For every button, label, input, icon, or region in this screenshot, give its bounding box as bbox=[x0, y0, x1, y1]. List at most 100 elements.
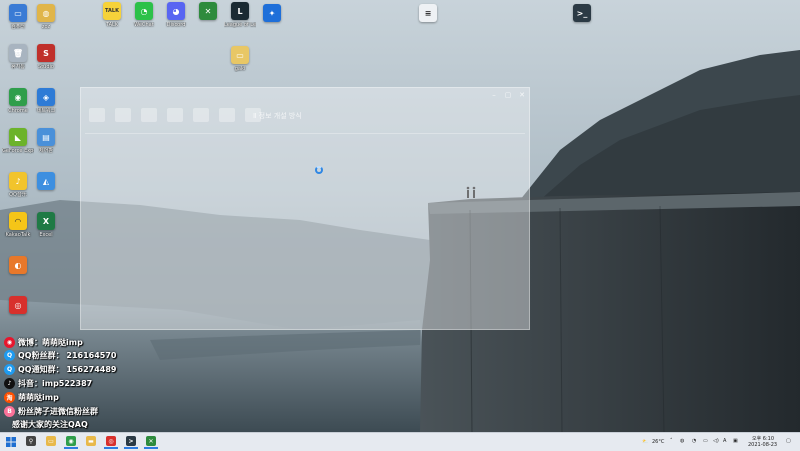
file-explorer-icon[interactable]: ▭ bbox=[44, 435, 58, 449]
terminal-taskbar-icon[interactable]: > bbox=[124, 435, 138, 449]
xbox-taskbar-icon[interactable]: ✕ bbox=[144, 435, 158, 449]
kakao-talk-top-icon: TALK bbox=[103, 2, 121, 20]
desktop-shortcut[interactable]: TALK TALK bbox=[96, 2, 128, 28]
clock-date[interactable]: 2021-08-23 bbox=[748, 442, 777, 448]
studio-icon: S bbox=[37, 44, 55, 62]
overlay-line: Q QQ通知群： 156274489 bbox=[4, 363, 116, 376]
desktop-shortcut-label: Studio bbox=[38, 64, 54, 70]
overlay-line-text: 粉丝牌子进微信粉丝群 bbox=[18, 407, 98, 416]
notifications-icon[interactable]: ▢ bbox=[786, 438, 791, 444]
minimize-icon[interactable]: – bbox=[487, 91, 501, 99]
taskbar-app-glyph: ◎ bbox=[106, 436, 116, 446]
control-panel-icon: ▤ bbox=[37, 128, 55, 146]
folder-icon: ▭ bbox=[231, 46, 249, 64]
weather-temperature[interactable]: 26°C bbox=[652, 439, 664, 445]
translucent-window[interactable]: – ▢ ✕ Ⅱ 정보 개설 방식 bbox=[80, 87, 530, 330]
taobao-icon: 淘 bbox=[4, 392, 15, 403]
desktop-shortcut[interactable]: ✕ bbox=[192, 2, 224, 20]
desktop-shortcut-label: zoz bbox=[41, 24, 51, 30]
terminal-icon: >_ bbox=[573, 4, 591, 22]
desktop-shortcut-label: QQ音乐 bbox=[9, 192, 27, 198]
desktop-shortcut[interactable]: ◍ zoz bbox=[30, 4, 62, 30]
ribbon-button-icon[interactable] bbox=[141, 108, 157, 122]
tray-app-icon[interactable]: ◍ bbox=[680, 438, 684, 444]
taskbar-app-glyph: > bbox=[126, 436, 136, 446]
ribbon-button-icon[interactable] bbox=[89, 108, 105, 122]
weibo-icon: ◉ bbox=[4, 337, 15, 348]
windows-start-icon[interactable] bbox=[4, 435, 18, 449]
desktop-shortcut[interactable]: ▤ 제어판 bbox=[30, 128, 62, 154]
overlay-line-text: 微博：萌萌哒imp bbox=[18, 338, 83, 347]
app-orange-icon: ◐ bbox=[9, 256, 27, 274]
ime-icon[interactable]: ▣ bbox=[733, 438, 738, 444]
overlay-line: 感谢大家的关注QAQ bbox=[12, 418, 88, 431]
desktop-shortcut[interactable]: >_ bbox=[566, 4, 598, 22]
wechat-icon: ◔ bbox=[135, 2, 153, 20]
overlay-line-text: 感谢大家的关注QAQ bbox=[12, 420, 88, 429]
photos-icon: ◭ bbox=[37, 172, 55, 190]
desktop-shortcut[interactable]: ≡ bbox=[412, 4, 444, 22]
qq-icon: Q bbox=[4, 350, 15, 361]
league-icon: L bbox=[231, 2, 249, 20]
taskbar-app-glyph: ✕ bbox=[146, 436, 156, 446]
ribbon-label: Ⅱ 정보 개설 방식 bbox=[253, 112, 302, 120]
desktop-shortcut-label: League of Legends bbox=[224, 22, 256, 28]
desktop-shortcut[interactable]: ◭ bbox=[30, 172, 62, 190]
game-launcher-icon: ✦ bbox=[263, 4, 281, 22]
nvidia-icon: ◣ bbox=[9, 128, 27, 146]
desktop-shortcut[interactable]: L League of Legends bbox=[224, 2, 256, 28]
taskbar: ⚲ ▭ ◉ ▬ ◎ > ✕ ⛅ 26°C ˄ ◍ ◔ ▭ ◁) A ▣ 오후 6:10 20… bbox=[0, 432, 800, 451]
window-divider bbox=[85, 133, 525, 134]
overlay-line-text: QQ通知群： 156274489 bbox=[18, 365, 117, 374]
computer-icon: ▭ bbox=[9, 4, 27, 22]
maximize-icon[interactable]: ▢ bbox=[501, 91, 515, 99]
desktop-shortcut[interactable]: ◔ WeChat bbox=[128, 2, 160, 28]
tray-chevron-up-icon[interactable]: ˄ bbox=[670, 438, 673, 444]
taskbar-app-glyph: ▭ bbox=[46, 436, 56, 446]
desktop-shortcut-label: gaki bbox=[234, 66, 246, 72]
loading-spinner-icon bbox=[315, 166, 323, 174]
ribbon-button-icon[interactable] bbox=[219, 108, 235, 122]
window-ribbon bbox=[89, 108, 261, 122]
qq-music-icon: ♪ bbox=[9, 172, 27, 190]
tray-app-icon[interactable]: ◔ bbox=[692, 438, 696, 444]
desktop-shortcut[interactable]: ◈ 네트워크 bbox=[30, 88, 62, 114]
desktop-shortcut[interactable]: ✦ bbox=[256, 4, 288, 22]
desktop-shortcut[interactable]: ◕ Discord bbox=[160, 2, 192, 28]
overlay-line-text: 抖音：imp522387 bbox=[18, 379, 93, 388]
volume-icon[interactable]: ◁) bbox=[713, 438, 719, 444]
user-folder-icon: ◍ bbox=[37, 4, 55, 22]
desktop-shortcut[interactable]: ▭ gaki bbox=[224, 46, 256, 72]
excel-icon: X bbox=[37, 212, 55, 230]
desktop-shortcut-label: TALK bbox=[105, 22, 119, 28]
ribbon-button-icon[interactable] bbox=[115, 108, 131, 122]
overlay-line: ◉ 微博：萌萌哒imp bbox=[4, 336, 83, 349]
desktop-shortcut-label: Discord bbox=[166, 22, 186, 28]
search-icon[interactable]: ⚲ bbox=[24, 435, 38, 449]
taskbar-app-glyph: ◉ bbox=[66, 436, 76, 446]
netease-taskbar-icon[interactable]: ◎ bbox=[104, 435, 118, 449]
window-titlebar[interactable]: – ▢ ✕ bbox=[81, 88, 529, 102]
desktop-shortcut[interactable]: ◐ bbox=[2, 256, 34, 274]
kakaotalk-icon: ◠ bbox=[9, 212, 27, 230]
network-icon[interactable]: ▭ bbox=[703, 438, 708, 444]
taskbar-app-glyph: ▬ bbox=[86, 436, 96, 446]
discord-icon: ◕ bbox=[167, 2, 185, 20]
clock-time[interactable]: 오후 6:10 bbox=[752, 435, 774, 442]
chrome-icon: ◉ bbox=[9, 88, 27, 106]
ribbon-button-icon[interactable] bbox=[193, 108, 209, 122]
overlay-line: Q QQ粉丝群： 216164570 bbox=[4, 349, 116, 362]
recycle-bin-icon: 🗑 bbox=[9, 44, 27, 62]
folder-taskbar-icon[interactable]: ▬ bbox=[84, 435, 98, 449]
weather-icon[interactable]: ⛅ bbox=[642, 439, 648, 445]
desktop-shortcut-label: WeChat bbox=[134, 22, 154, 28]
netease-music-icon: ◎ bbox=[9, 296, 27, 314]
desktop-shortcut[interactable]: X Excel bbox=[30, 212, 62, 238]
desktop-shortcut-label: 제어판 bbox=[39, 148, 53, 154]
input-mode-indicator[interactable]: A bbox=[723, 438, 726, 444]
chrome-taskbar-icon[interactable]: ◉ bbox=[64, 435, 78, 449]
desktop-shortcut[interactable]: ◎ bbox=[2, 296, 34, 314]
close-icon[interactable]: ✕ bbox=[515, 91, 529, 99]
ribbon-button-icon[interactable] bbox=[167, 108, 183, 122]
desktop-shortcut[interactable]: S Studio bbox=[30, 44, 62, 70]
